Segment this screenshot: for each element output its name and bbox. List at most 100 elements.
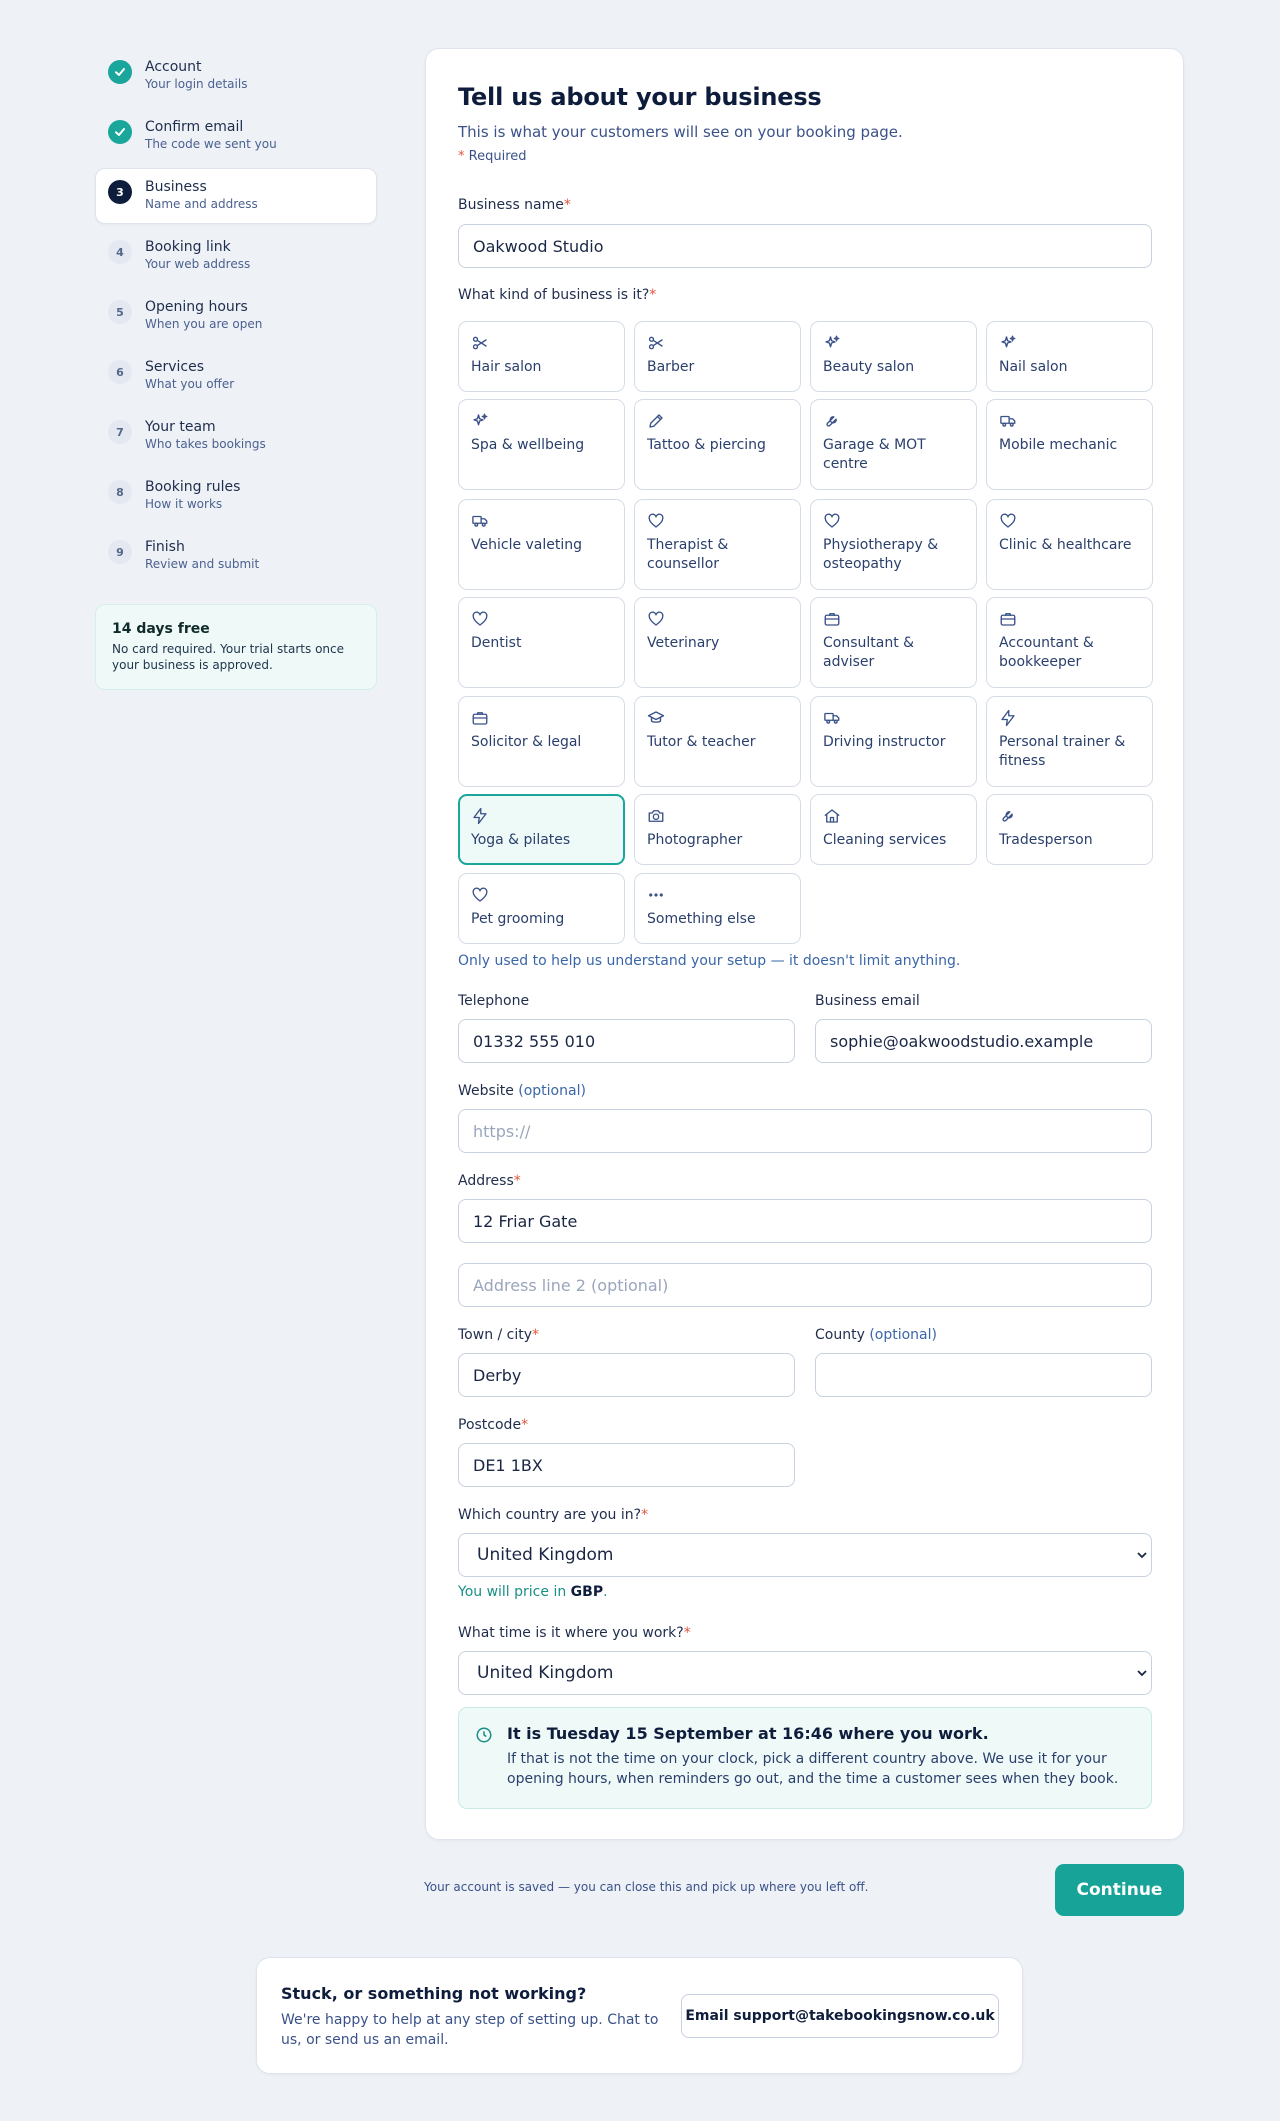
business-kind-option[interactable]: Beauty salon [810, 321, 977, 392]
business-kind-option[interactable]: Mobile mechanic [986, 399, 1153, 490]
telephone-input[interactable]: 01332 555 010 [458, 1019, 795, 1063]
postcode-input[interactable]: DE1 1BX [458, 1443, 795, 1487]
email-support-button[interactable]: Email support@takebookingsnow.co.uk [681, 1994, 999, 2038]
business-kind-option[interactable]: Dentist [458, 597, 625, 688]
business-kind-option[interactable]: Tattoo & piercing [634, 399, 801, 490]
country-select[interactable]: United Kingdom [458, 1533, 1152, 1577]
telephone-label: Telephone [458, 993, 530, 1009]
business-kind-option[interactable]: Garage & MOT centre [810, 399, 977, 490]
heart-icon [999, 512, 1017, 530]
business-kind-label: Consultant & adviser [823, 635, 915, 670]
town-label: Town / city* [458, 1327, 540, 1343]
business-kind-label: Mobile mechanic [999, 437, 1118, 453]
business-email-input[interactable]: sophie@oakwoodstudio.example [815, 1019, 1152, 1063]
country-label: Which country are you in?* [458, 1507, 649, 1523]
business-kind-option[interactable]: Cleaning services [810, 794, 977, 865]
business-kind-label: Solicitor & legal [471, 734, 582, 750]
step-6[interactable]: 6 Services What you offer [95, 348, 377, 404]
business-kind-label: Therapist & counsellor [647, 537, 729, 572]
step-4[interactable]: 4 Booking link Your web address [95, 228, 377, 284]
step-9[interactable]: 9 Finish Review and submit [95, 528, 377, 584]
timezone-select[interactable]: United Kingdom [458, 1651, 1152, 1695]
business-kind-label: Tutor & teacher [647, 734, 756, 750]
business-kind-option[interactable]: Photographer [634, 794, 801, 865]
business-kind-option[interactable]: Tutor & teacher [634, 696, 801, 787]
country-select-value: United Kingdom [477, 1545, 614, 1565]
step-subtitle: Your web address [145, 257, 251, 271]
trial-box: 14 days free No card required. Your tria… [95, 604, 377, 690]
step-title: Booking rules [145, 479, 241, 495]
required-note: * Required [458, 149, 527, 164]
local-time-text: If that is not the time on your clock, p… [507, 1751, 1119, 1787]
step-subtitle: When you are open [145, 317, 263, 331]
business-kind-label: What kind of business is it?* [458, 287, 657, 303]
business-kind-label: Veterinary [647, 635, 720, 651]
step-2[interactable]: Confirm email The code we sent you [95, 108, 377, 164]
autosave-note: Your account is saved — you can close th… [424, 1880, 869, 1894]
step-text: Booking link Your web address [145, 238, 250, 272]
business-kind-label: Clinic & healthcare [999, 537, 1132, 553]
business-kind-option[interactable]: Therapist & counsellor [634, 499, 801, 590]
briefcase-icon [823, 610, 841, 628]
business-kind-option[interactable]: Driving instructor [810, 696, 977, 787]
website-input[interactable]: https:// [458, 1109, 1152, 1153]
clock-icon [475, 1726, 493, 1744]
business-kind-option[interactable]: Physiotherapy & osteopathy [810, 499, 977, 590]
business-kind-option[interactable]: Tradesperson [986, 794, 1153, 865]
step-number: 4 [108, 240, 132, 264]
truck-icon [823, 709, 841, 727]
business-kind-option[interactable]: Pet grooming [458, 873, 625, 944]
ellipsis-icon [647, 886, 665, 904]
page-intro: This is what your customers will see on … [458, 123, 903, 141]
sparkles-icon [471, 412, 489, 430]
county-input[interactable] [815, 1353, 1152, 1397]
business-kind-option[interactable]: Accountant & bookkeeper [986, 597, 1153, 688]
business-kind-option[interactable]: Yoga & pilates [458, 794, 625, 865]
step-number: 6 [108, 360, 132, 384]
scissors-icon [471, 334, 489, 352]
chevron-down-icon [1137, 1548, 1147, 1562]
step-5[interactable]: 5 Opening hours When you are open [95, 288, 377, 344]
business-kind-option[interactable]: Something else [634, 873, 801, 944]
trial-title: 14 days free [112, 621, 210, 637]
graduation-cap-icon [647, 709, 665, 727]
step-7[interactable]: 7 Your team Who takes bookings [95, 408, 377, 464]
website-label: Website (optional) [458, 1083, 586, 1099]
checkmark-icon [108, 120, 132, 144]
business-kind-option[interactable]: Consultant & adviser [810, 597, 977, 688]
business-kind-option[interactable]: Personal trainer & fitness [986, 696, 1153, 787]
lightning-icon [999, 709, 1017, 727]
business-kind-option[interactable]: Solicitor & legal [458, 696, 625, 787]
business-kind-option[interactable]: Barber [634, 321, 801, 392]
step-subtitle: What you offer [145, 377, 235, 391]
town-input[interactable]: Derby [458, 1353, 795, 1397]
business-kind-label: Accountant & bookkeeper [999, 635, 1094, 670]
address-line2-input[interactable]: Address line 2 (optional) [458, 1263, 1152, 1307]
business-email-label: Business email [815, 993, 920, 1009]
step-3[interactable]: 3 Business Name and address [95, 168, 377, 224]
business-kind-option[interactable]: Nail salon [986, 321, 1153, 392]
trial-text: No card required. Your trial starts once… [112, 642, 344, 672]
business-form-card: Tell us about your business This is what… [425, 48, 1184, 1840]
step-text: Finish Review and submit [145, 538, 259, 572]
timezone-select-value: United Kingdom [477, 1663, 614, 1683]
postcode-label: Postcode* [458, 1417, 529, 1433]
business-kind-label: Driving instructor [823, 734, 946, 750]
wrench-icon [999, 807, 1017, 825]
business-name-input[interactable]: Oakwood Studio [458, 224, 1152, 268]
county-label: County (optional) [815, 1327, 937, 1343]
step-title: Your team [145, 419, 216, 435]
address-line1-input[interactable]: 12 Friar Gate [458, 1199, 1152, 1243]
progress-sidebar: Account Your login details Confirm email Th… [95, 48, 377, 690]
continue-button[interactable]: Continue [1055, 1864, 1184, 1916]
business-kind-option[interactable]: Vehicle valeting [458, 499, 625, 590]
business-kind-option[interactable]: Hair salon [458, 321, 625, 392]
business-kind-option[interactable]: Clinic & healthcare [986, 499, 1153, 590]
business-kind-option[interactable]: Spa & wellbeing [458, 399, 625, 490]
step-text: Opening hours When you are open [145, 298, 262, 332]
business-kind-label: Barber [647, 359, 695, 375]
step-8[interactable]: 8 Booking rules How it works [95, 468, 377, 524]
briefcase-icon [999, 610, 1017, 628]
business-kind-option[interactable]: Veterinary [634, 597, 801, 688]
step-1[interactable]: Account Your login details [95, 48, 377, 104]
